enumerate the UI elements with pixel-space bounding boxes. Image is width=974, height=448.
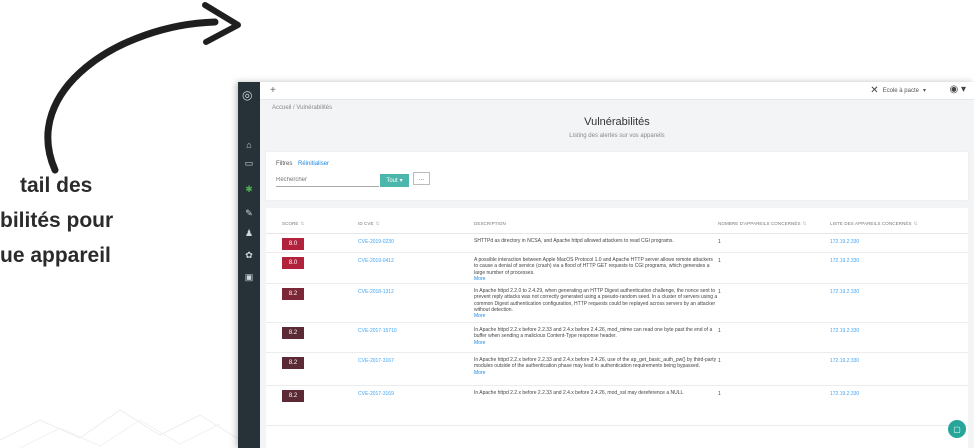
cve-link[interactable]: CVE-2019-0230 [358, 239, 394, 245]
table-row[interactable]: 8.0 CVE-2019-0230 SHTTPd as directory in N… [266, 234, 968, 253]
tools-icon[interactable]: ✎ [238, 208, 260, 219]
sort-icon: ⇅ [913, 221, 918, 226]
more-link[interactable]: More [474, 370, 718, 376]
more-filters-button[interactable]: ... [413, 172, 430, 185]
cve-link[interactable]: CVE-2019-0412 [358, 258, 394, 264]
home-icon[interactable]: ⌂ [238, 140, 260, 150]
gift-icon[interactable]: ▣ [238, 272, 260, 283]
device-ip-link[interactable]: 172.19.2.330 [830, 358, 859, 364]
device-ip-link[interactable]: 172.19.2.330 [830, 391, 859, 397]
bug-icon[interactable]: ✱ [238, 184, 260, 195]
description-text: SHTTPd as directory in NCSA, and Apache … [474, 238, 674, 244]
settings-icon[interactable]: ✿ [238, 250, 260, 261]
device-ip-link[interactable]: 172.19.2.330 [830, 258, 859, 264]
chat-icon[interactable]: ▢ [948, 420, 966, 438]
col-score[interactable]: SCORE ⇅ [282, 221, 304, 227]
description-text: In Apache httpd 2.2.x before 2.2.33 and … [474, 357, 717, 370]
device-count: 1 [718, 289, 721, 295]
more-link[interactable]: More [474, 313, 718, 319]
filter-title: Filtres [276, 161, 293, 167]
reset-filters-link[interactable]: Réinitialiser [298, 161, 329, 167]
cve-description: In Apache httpd 2.2.x before 2.2.33 and … [474, 390, 718, 396]
page-subtitle: Listing des alertes sur vos appareils [569, 133, 665, 139]
table-header: SCORE ⇅ ID CVE ⇅ DESCRIPTION NOMBRE D'APPA… [266, 208, 968, 234]
sort-icon: ⇅ [300, 221, 305, 226]
score-badge: 8.2 [282, 327, 304, 339]
table-row[interactable]: 8.2 CVE-2017-15710 In Apache httpd 2.2.x b… [266, 323, 968, 353]
vulnerability-table: SCORE ⇅ ID CVE ⇅ DESCRIPTION NOMBRE D'APPA… [266, 208, 968, 448]
score-badge: 8.2 [282, 357, 304, 369]
table-row[interactable]: 8.2 CVE-2018-1312 In Apache httpd 2.2.0 to… [266, 284, 968, 323]
score-badge: 8.2 [282, 390, 304, 402]
device-ip-link[interactable]: 172.19.2.330 [830, 239, 859, 245]
top-bar: + ✕ Ecole à pacte ▾ ◉ ▾ [260, 82, 974, 100]
chevron-down-icon: ▾ [399, 178, 403, 184]
org-selector[interactable]: ✕ Ecole à pacte ▾ [870, 85, 926, 96]
cve-description: SHTTPd as directory in NCSA, and Apache … [474, 238, 718, 244]
cve-description: In Apache httpd 2.2.0 to 2.4.29, when ge… [474, 288, 718, 319]
score-badge: 8.2 [282, 288, 304, 300]
score-badge: 8.0 [282, 257, 304, 269]
cve-link[interactable]: CVE-2017-3169 [358, 391, 394, 397]
promo-line-1: tail des [20, 174, 93, 197]
device-count: 1 [718, 239, 721, 245]
user-circle-icon[interactable]: ◉ ▾ [949, 84, 966, 95]
page-title: Vulnérabilités [584, 116, 650, 128]
filter-select-value: Tout [386, 177, 398, 184]
main-content: Accueil / Vulnérabilités Vulnérabilités … [260, 100, 974, 448]
device-ip-link[interactable]: 172.19.2.330 [830, 328, 859, 334]
filter-select[interactable]: Tout ▾ [380, 174, 409, 187]
cve-link[interactable]: CVE-2017-3167 [358, 358, 394, 364]
device-count: 1 [718, 358, 721, 364]
filter-label: Filtres Réinitialiser [276, 161, 329, 167]
table-row[interactable]: 8.2 CVE-2017-3169 In Apache httpd 2.2.x be… [266, 386, 968, 426]
users-icon[interactable]: ♟ [238, 228, 260, 239]
table-row[interactable]: 8.0 CVE-2019-0412 A possible interaction b… [266, 253, 968, 284]
promo-text: tail des bilités pour ue appareil [0, 168, 240, 273]
device-count: 1 [718, 391, 721, 397]
description-text: A possible interaction between Apple Mac… [474, 257, 713, 276]
background-pattern [0, 409, 240, 448]
description-text: In Apache httpd 2.2.x before 2.2.33 and … [474, 390, 684, 396]
promo-line-2: bilités pour [0, 209, 114, 232]
score-badge: 8.0 [282, 238, 304, 250]
col-cve[interactable]: ID CVE ⇅ [358, 221, 379, 227]
sort-icon: ⇅ [375, 221, 380, 226]
cve-description: In Apache httpd 2.2.x before 2.2.33 and … [474, 327, 718, 346]
chevron-down-icon: ▾ [922, 88, 926, 94]
breadcrumb[interactable]: Accueil / Vulnérabilités [272, 105, 332, 111]
search-input[interactable] [276, 174, 379, 187]
description-text: In Apache httpd 2.2.x before 2.2.33 and … [474, 327, 713, 340]
col-device-count[interactable]: NOMBRE D'APPAREILS CONCERNÉS ⇅ [718, 221, 806, 227]
filter-card: Filtres Réinitialiser Tout ▾ ... [266, 152, 968, 200]
description-text: In Apache httpd 2.2.0 to 2.4.29, when ge… [474, 288, 718, 313]
table-row[interactable]: 8.2 CVE-2017-3167 In Apache httpd 2.2.x be… [266, 353, 968, 386]
device-ip-link[interactable]: 172.19.2.330 [830, 289, 859, 295]
cve-description: In Apache httpd 2.2.x before 2.2.33 and … [474, 357, 718, 376]
tools-cross-icon: ✕ [870, 85, 879, 96]
col-description: DESCRIPTION [474, 221, 506, 226]
device-count: 1 [718, 328, 721, 334]
more-link[interactable]: More [474, 276, 718, 282]
app-logo-icon[interactable]: ◎ [242, 88, 256, 102]
app-window: ◎ ⌂ ▭ ✱ ✎ ♟ ✿ ▣ + ✕ Ecole à pacte ▾ ◉ ▾ … [238, 82, 974, 448]
sort-icon: ⇅ [802, 221, 807, 226]
devices-icon[interactable]: ▭ [238, 158, 260, 169]
device-count: 1 [718, 258, 721, 264]
cve-link[interactable]: CVE-2017-15710 [358, 328, 397, 334]
cve-link[interactable]: CVE-2018-1312 [358, 289, 394, 295]
more-link[interactable]: More [474, 340, 718, 346]
sidebar: ◎ ⌂ ▭ ✱ ✎ ♟ ✿ ▣ [238, 82, 260, 448]
cve-description: A possible interaction between Apple Mac… [474, 257, 718, 282]
add-button[interactable]: + [270, 85, 276, 96]
org-name: Ecole à pacte [882, 87, 919, 94]
promo-line-3: ue appareil [0, 244, 111, 267]
col-device-list[interactable]: LISTE DES APPAREILS CONCERNÉS ⇅ [830, 221, 917, 227]
